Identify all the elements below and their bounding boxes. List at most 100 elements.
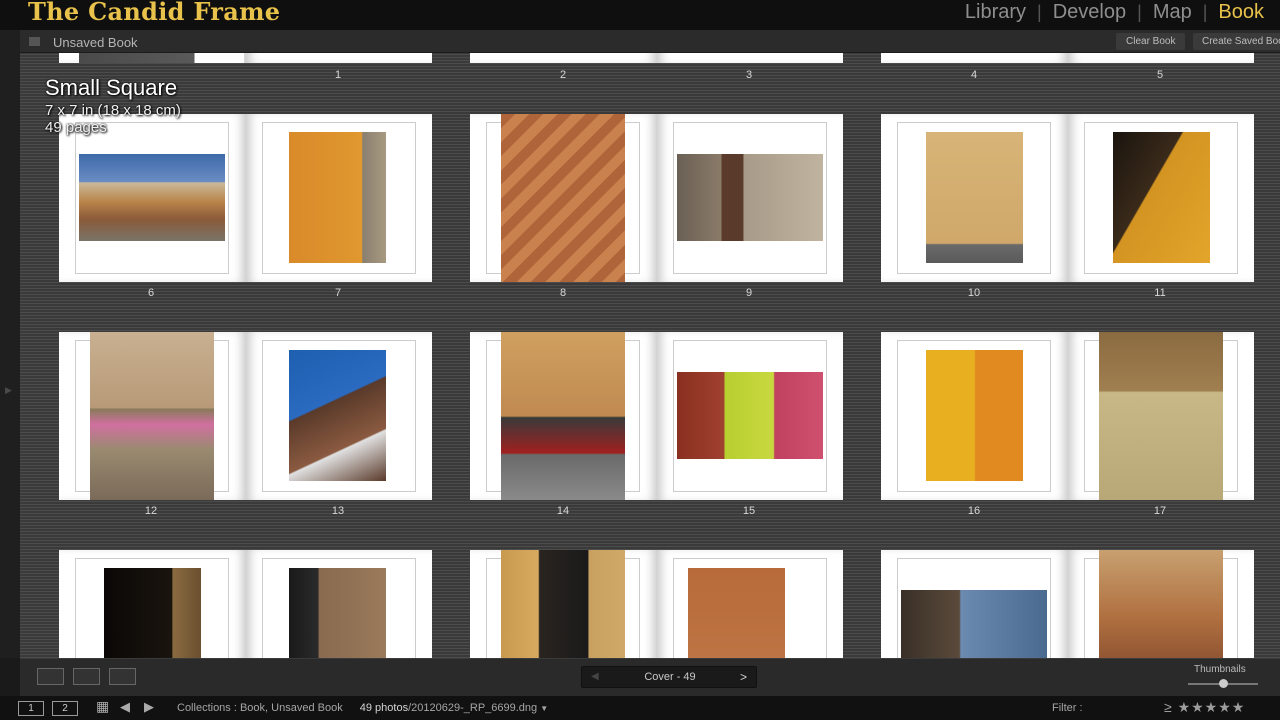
page-22[interactable]: [881, 550, 1068, 658]
book-size-dimensions: 7 x 7 in (18 x 18 cm): [45, 102, 181, 119]
page-number: 17: [1153, 505, 1167, 517]
page-15[interactable]: [657, 332, 844, 500]
book-size-name: Small Square: [45, 75, 178, 100]
page-8[interactable]: [470, 114, 657, 282]
spread-18-19[interactable]: [59, 550, 432, 658]
page-number: 2: [559, 69, 567, 81]
ochre-wall-photo[interactable]: [926, 132, 1023, 263]
expand-left-panel-icon[interactable]: ▶: [5, 385, 12, 396]
page-number: 14: [556, 505, 570, 517]
page-10[interactable]: [881, 114, 1068, 282]
page-7[interactable]: [246, 114, 433, 282]
spread-12-13[interactable]: [59, 332, 432, 500]
page-number: 9: [745, 287, 753, 299]
collection-source: Collections : Book, Unsaved Book: [177, 702, 343, 714]
page-13[interactable]: [246, 332, 433, 500]
source-path[interactable]: Collections : Book, Unsaved Book 49 phot…: [177, 702, 548, 714]
forward-arrow-icon[interactable]: ▶: [144, 699, 154, 715]
page-12[interactable]: [59, 332, 246, 500]
bus-passengers-photo[interactable]: [901, 590, 1047, 658]
page-19[interactable]: [246, 550, 433, 658]
terracotta-wall-photo[interactable]: [687, 568, 785, 658]
page-number: 15: [742, 505, 756, 517]
page-number: 6: [147, 287, 155, 299]
create-saved-book-button[interactable]: Create Saved Book: [1193, 33, 1280, 50]
sky-buildings-photo[interactable]: [288, 350, 386, 481]
photo-count: 49 photos: [359, 702, 409, 714]
book-toolbar: ◀ Cover - 49 > Thumbnails: [20, 658, 1280, 696]
page-11[interactable]: [1068, 114, 1255, 282]
rating-filter[interactable]: ≥ ★★★★★: [1164, 699, 1245, 716]
left-panel-collapsed[interactable]: ▶: [0, 30, 20, 658]
spread-20-21[interactable]: [470, 550, 843, 658]
page-range-label: Cover - 49: [644, 671, 696, 683]
page-number: 3: [745, 69, 753, 81]
page-20[interactable]: [470, 550, 657, 658]
module-develop[interactable]: Develop: [1042, 1, 1137, 24]
filmstrip-status-bar: 1 2 ▦ ◀ ▶ Collections : Book, Unsaved Bo…: [0, 696, 1280, 720]
single-page-view-button[interactable]: [109, 668, 136, 685]
shadowed-wall-photo[interactable]: [501, 114, 625, 282]
yellow-shadow-photo[interactable]: [1112, 132, 1210, 263]
book-size-info: Small Square 7 x 7 in (18 x 18 cm) 49 pa…: [45, 75, 181, 136]
shop-entrance-photo[interactable]: [288, 568, 386, 658]
bicycle-street-photo[interactable]: [501, 332, 625, 500]
page-number: 1: [334, 69, 342, 81]
spread-6-7[interactable]: [59, 114, 432, 282]
page-18[interactable]: [59, 550, 246, 658]
page-number: 10: [967, 287, 981, 299]
man-in-alley-photo[interactable]: [501, 550, 625, 658]
page-number: 7: [334, 287, 342, 299]
book-page-count: 49 pages: [45, 119, 107, 136]
couple-portrait-photo[interactable]: [90, 332, 214, 500]
page-number: 16: [967, 505, 981, 517]
source-dropdown-icon[interactable]: ▼: [540, 704, 548, 713]
next-page-icon[interactable]: >: [740, 670, 747, 684]
clear-book-button[interactable]: Clear Book: [1116, 33, 1186, 50]
yellow-facade-photo[interactable]: [926, 350, 1023, 481]
filter-label: Filter :: [1052, 702, 1083, 714]
thumbnail-size-knob[interactable]: [1218, 679, 1228, 688]
wine-glass-photo[interactable]: [1098, 332, 1223, 500]
book-header: Unsaved Book Clear Book Create Saved Boo…: [20, 30, 1280, 53]
page-number: 8: [559, 287, 567, 299]
grid-view-icon[interactable]: ▦: [96, 698, 109, 715]
secondary-window-button[interactable]: 2: [52, 701, 78, 716]
spread-10-11[interactable]: [881, 114, 1254, 282]
page-number: 11: [1154, 287, 1166, 299]
page-17[interactable]: [1068, 332, 1255, 500]
back-arrow-icon[interactable]: ◀: [120, 699, 130, 715]
fruit-baskets-photo[interactable]: [676, 372, 823, 459]
mannequins-photo[interactable]: [1098, 550, 1223, 658]
module-map[interactable]: Map: [1142, 1, 1203, 24]
multi-page-view-button[interactable]: [37, 668, 64, 685]
page-number: 12: [144, 505, 158, 517]
old-doorway-photo[interactable]: [676, 154, 823, 241]
carousel-photo[interactable]: [79, 154, 225, 241]
orange-wall-photo[interactable]: [288, 132, 386, 263]
primary-window-button[interactable]: 1: [18, 701, 44, 716]
identity-plate: The Candid Frame: [28, 0, 281, 26]
page-23[interactable]: [1068, 550, 1255, 658]
module-bar: The Candid Frame Library | Develop | Map…: [0, 0, 1280, 30]
spread-8-9[interactable]: [470, 114, 843, 282]
page-navigator: ◀ Cover - 49 >: [581, 666, 757, 688]
book-name: Unsaved Book: [53, 35, 138, 50]
page-16[interactable]: [881, 332, 1068, 500]
page-6[interactable]: [59, 114, 246, 282]
spread-22-23[interactable]: [881, 550, 1254, 658]
page-number: 13: [331, 505, 345, 517]
module-book[interactable]: Book: [1207, 1, 1264, 24]
page-9[interactable]: [657, 114, 844, 282]
page-14[interactable]: [470, 332, 657, 500]
thumbnails-label: Thumbnails: [1194, 664, 1246, 675]
spread-view-button[interactable]: [73, 668, 100, 685]
spread-16-17[interactable]: [881, 332, 1254, 500]
spread-14-15[interactable]: [470, 332, 843, 500]
page-number: 4: [970, 69, 978, 81]
page-21[interactable]: [657, 550, 844, 658]
book-editor: Unsaved Book Clear Book Create Saved Boo…: [20, 30, 1280, 658]
module-library[interactable]: Library: [954, 1, 1037, 24]
page-number: 5: [1156, 69, 1164, 81]
dark-doorway-photo[interactable]: [104, 568, 201, 658]
